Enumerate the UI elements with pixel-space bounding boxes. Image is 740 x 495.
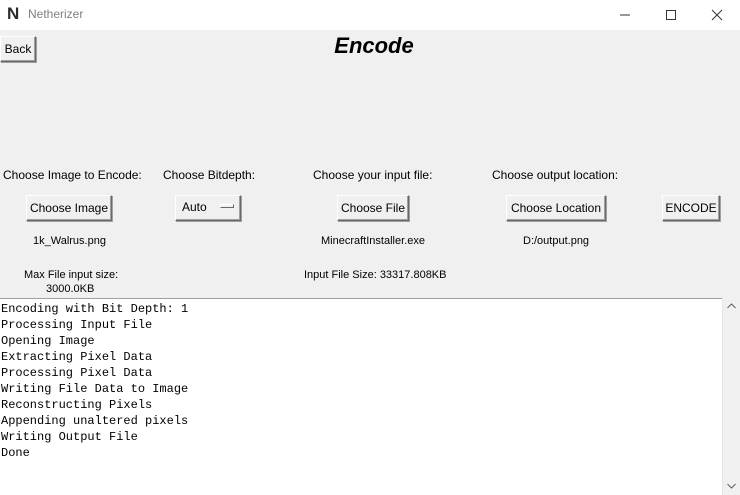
chevron-up-icon [727,303,736,309]
log-line: Processing Input File [1,318,153,332]
maximize-icon [666,10,676,20]
bitdepth-dropdown[interactable]: Auto [175,195,241,221]
log-output[interactable]: Encoding with Bit Depth: 1 Processing In… [0,298,722,495]
choose-bitdepth-label: Choose Bitdepth: [163,168,256,182]
output-path: D:/output.png [523,235,590,247]
encode-button[interactable]: ENCODE [662,195,720,221]
log-line: Writing File Data to Image [1,382,189,396]
log-line: Done [1,446,30,460]
log-line: Processing Pixel Data [1,366,153,380]
window-title: Netherizer [28,7,84,21]
image-filename: 1k_Walrus.png [33,235,106,247]
choose-image-label: Choose Image to Encode: [3,168,142,182]
log-line: Reconstructing Pixels [1,398,153,412]
input-size-text: Input File Size: 33317.808KB [304,269,447,281]
log-line: Opening Image [1,334,95,348]
log-line: Extracting Pixel Data [1,350,153,364]
dropdown-indicator-icon [220,204,234,208]
close-button[interactable] [694,0,740,30]
choose-file-button[interactable]: Choose File [337,195,409,221]
max-size-value: 3000.0KB [46,283,95,295]
log-line: Encoding with Bit Depth: 1 [1,302,189,316]
chevron-down-icon [727,483,736,489]
minimize-button[interactable] [602,0,648,30]
choose-location-button[interactable]: Choose Location [506,195,606,221]
scroll-down-button[interactable] [723,478,740,495]
minimize-icon [620,14,630,16]
input-filename: MinecraftInstaller.exe [321,235,425,247]
choose-image-button[interactable]: Choose Image [26,195,112,221]
choose-input-label: Choose your input file: [313,168,433,182]
log-line: Writing Output File [1,430,138,444]
choose-output-label: Choose output location: [492,168,619,182]
log-scrollbar[interactable] [722,298,740,495]
scroll-up-button[interactable] [723,298,740,315]
log-line: Appending unaltered pixels [1,414,189,428]
close-icon [711,9,723,21]
netherizer-logo-icon: N [7,4,20,23]
maximize-button[interactable] [648,0,694,30]
title-bar: N Netherizer [0,0,740,30]
page-title: Encode [334,33,414,58]
max-size-label: Max File input size: [24,269,119,281]
bitdepth-selected-value: Auto [182,200,207,214]
